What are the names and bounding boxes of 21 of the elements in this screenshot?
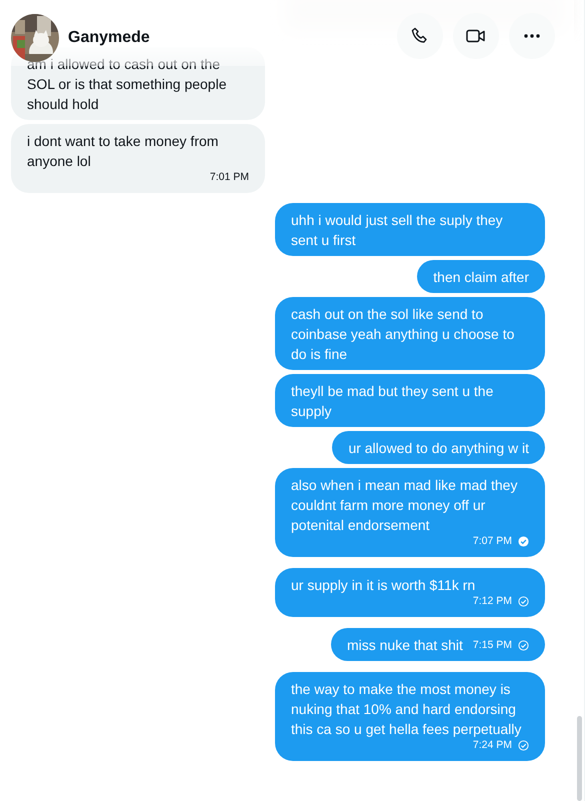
message-text: also when i mean mad like mad they couldnt farm more money off ur potenital endorsement (291, 476, 518, 535)
message-text: then claim after (433, 268, 529, 287)
message-time: 7:24 PM (472, 739, 512, 752)
message-text: am i allowed to cash out on the SOL or is that something people should hold (27, 55, 228, 114)
contact-name: Ganymede (68, 29, 150, 47)
message-text: ur allowed to do anything w it (348, 439, 529, 458)
more-icon (524, 34, 540, 38)
message-text: uhh i would just sell the suply they sent u first (291, 211, 504, 250)
message-text: cash out on the sol like send to coinbase yeah anything u choose to do is fine (291, 305, 516, 364)
message-text: i dont want to take money from anyone lol (27, 132, 220, 171)
scrollbar[interactable] (577, 716, 582, 801)
message-time: 7:15 PM (472, 639, 512, 652)
video-call-button[interactable] (453, 13, 499, 59)
message-time: 7:01 PM (210, 171, 249, 184)
message-text: miss nuke that shit (346, 636, 463, 655)
call-button[interactable] (397, 13, 443, 59)
message-time: 7:07 PM (472, 535, 512, 548)
message-text: the way to make the most money is nuking that 10% and hard endorsing this ca so u get hella fees perpetually (291, 680, 522, 739)
message-time: 7:12 PM (472, 595, 512, 608)
message-text: ur supply in it is worth $11k rn (291, 576, 476, 595)
message-text: theyll be mad but they sent u the supply (291, 382, 494, 421)
